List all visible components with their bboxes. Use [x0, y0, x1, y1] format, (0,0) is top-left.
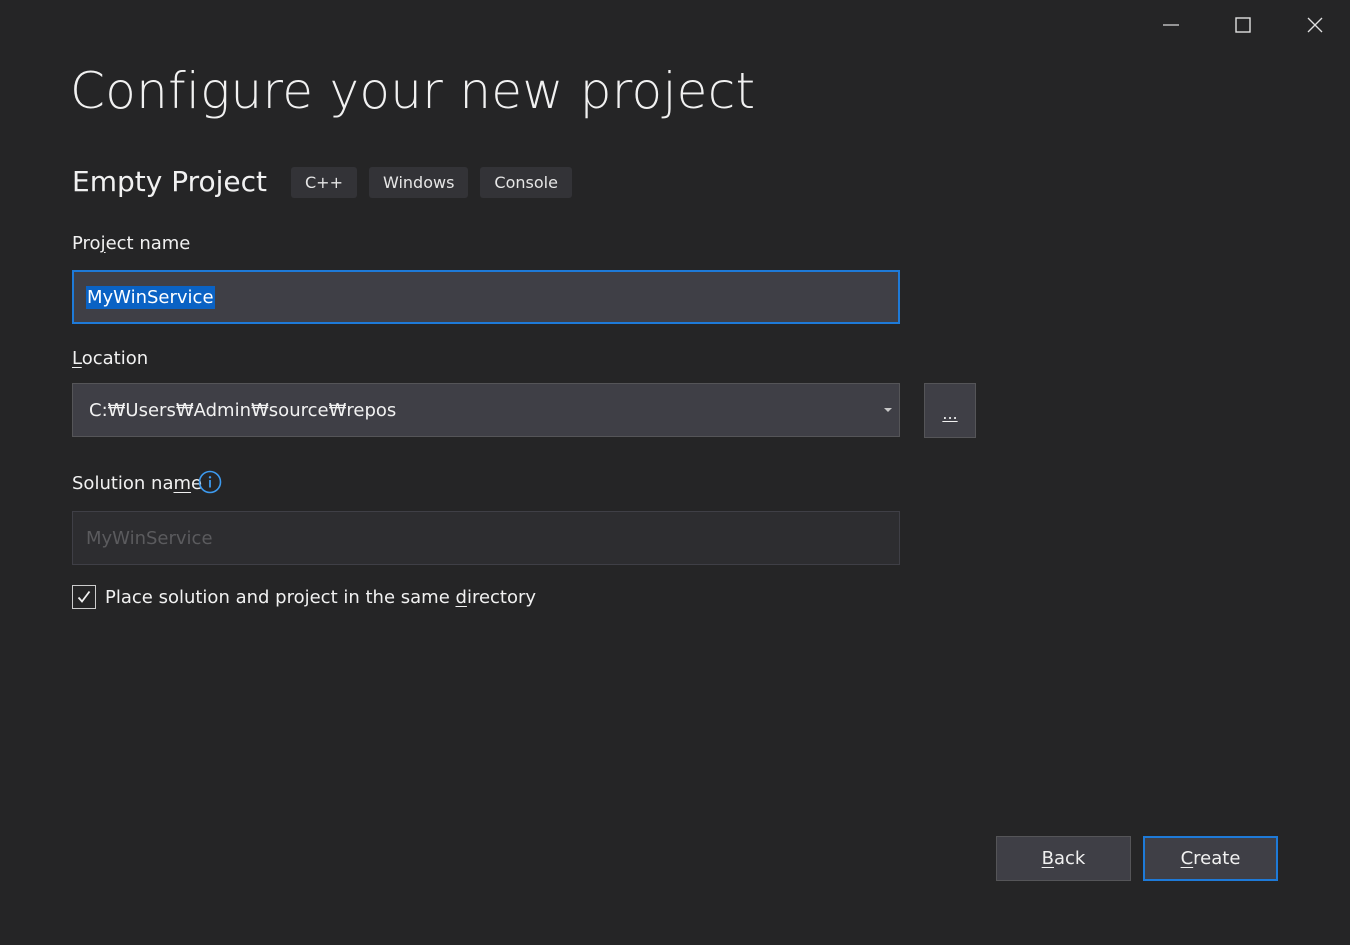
solution-name-label: Solution name	[72, 473, 203, 494]
solution-name-placeholder: MyWinService	[86, 527, 213, 549]
page-title: Configure your new project	[70, 62, 756, 120]
template-summary: Empty Project C++ Windows Console	[72, 166, 584, 198]
checkmark-icon	[77, 590, 91, 603]
browse-location-button[interactable]: ...	[924, 383, 976, 438]
minimize-icon	[1163, 24, 1179, 26]
location-combobox[interactable]: C:₩Users₩Admin₩source₩repos	[72, 383, 900, 437]
info-icon[interactable]	[198, 470, 222, 494]
dropdown-arrow-icon[interactable]	[884, 408, 892, 412]
tag-platform: Windows	[368, 166, 469, 198]
configure-project-window: Configure your new project Empty Project…	[0, 0, 1350, 945]
project-name-value: MyWinService	[86, 285, 215, 309]
location-label: Location	[72, 348, 149, 369]
location-value: C:₩Users₩Admin₩source₩repos	[89, 399, 397, 421]
same-directory-checkbox[interactable]	[72, 585, 96, 609]
minimize-button[interactable]	[1148, 6, 1194, 44]
close-icon	[1307, 17, 1323, 33]
solution-name-input[interactable]: MyWinService	[72, 511, 900, 565]
back-button[interactable]: Back	[996, 836, 1131, 881]
close-button[interactable]	[1292, 6, 1338, 44]
create-button[interactable]: Create	[1143, 836, 1278, 881]
same-directory-option[interactable]: Place solution and project in the same d…	[72, 585, 536, 609]
maximize-button[interactable]	[1220, 6, 1266, 44]
browse-button-label: ...	[942, 404, 958, 423]
tag-project-type: Console	[480, 166, 572, 198]
project-name-input[interactable]: MyWinService	[72, 270, 900, 324]
project-name-label: Project name	[72, 233, 191, 254]
template-name: Empty Project	[72, 165, 267, 198]
tag-language: C++	[291, 166, 357, 198]
same-directory-label: Place solution and project in the same d…	[105, 586, 537, 608]
maximize-icon	[1235, 17, 1251, 33]
